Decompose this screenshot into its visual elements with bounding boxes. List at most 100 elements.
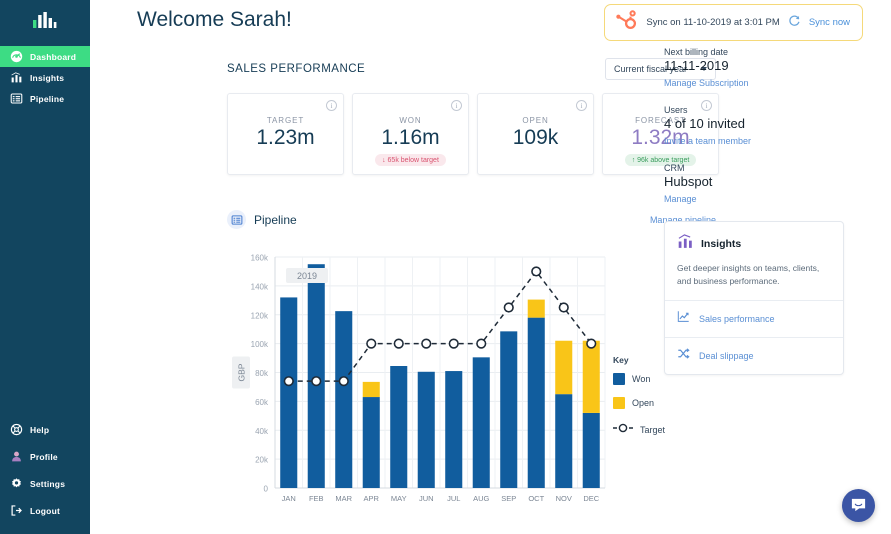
bar-won <box>362 397 380 488</box>
bar-open <box>582 340 600 413</box>
target-marker <box>421 338 432 349</box>
chat-launcher-button[interactable] <box>842 489 875 522</box>
svg-text:120k: 120k <box>251 311 269 320</box>
kpi-value: 1.16m <box>381 126 440 149</box>
target-marker <box>366 338 377 349</box>
target-marker <box>476 338 487 349</box>
invite-team-member-link[interactable]: Invite a team member <box>664 136 751 146</box>
bar-won <box>335 311 353 488</box>
info-icon[interactable]: i <box>451 100 462 111</box>
pipeline-title: Pipeline <box>254 212 297 227</box>
page-title: Welcome Sarah! <box>137 8 292 31</box>
billing-info-group: Next billing date 11-11-2019 Manage Subs… <box>664 47 891 91</box>
target-marker <box>586 338 597 349</box>
main-content: Welcome Sarah! Sync on 11-10-2019 at 3:0… <box>90 0 891 534</box>
gear-icon <box>9 477 23 491</box>
users-value: 4 of 10 invited <box>664 116 745 131</box>
kpi-card-open[interactable]: i OPEN 109k <box>477 93 594 175</box>
bar-chart-logo-icon <box>33 12 57 28</box>
svg-text:AUG: AUG <box>473 494 489 503</box>
manage-crm-link[interactable]: Manage <box>664 194 697 204</box>
bar-won <box>280 297 298 488</box>
shuffle-icon <box>677 347 690 365</box>
app-logo <box>0 4 90 36</box>
svg-text:40k: 40k <box>255 427 269 436</box>
bar-open <box>362 381 380 398</box>
legend-label: Won <box>632 374 651 384</box>
billing-value: 11-11-2019 <box>664 58 729 73</box>
hubspot-sprocket-icon <box>614 8 638 37</box>
list-table-icon <box>227 210 246 229</box>
sidebar-item-label: Help <box>30 424 50 435</box>
kpi-label: TARGET <box>266 116 305 125</box>
legend-label: Target <box>640 425 666 435</box>
logout-icon <box>9 504 23 518</box>
kpi-value: 109k <box>512 126 559 149</box>
sidebar: Dashboard Insights Pipeline Help Profile… <box>0 0 90 534</box>
kpi-card-list: i TARGET 1.23m i WON 1.16m ↓ 65k below t… <box>227 93 719 175</box>
sidebar-item-label: Insights <box>30 72 65 83</box>
insights-card: Insights Get deeper insights on teams, c… <box>664 221 844 375</box>
sales-performance-header: SALES PERFORMANCE Current fiscal year <box>227 58 716 80</box>
sidebar-item-settings[interactable]: Settings <box>0 470 90 497</box>
kpi-label: WON <box>399 116 422 125</box>
sidebar-item-label: Settings <box>30 478 66 489</box>
users-label: Users <box>664 105 688 115</box>
kpi-card-won[interactable]: i WON 1.16m ↓ 65k below target <box>352 93 469 175</box>
target-marker <box>503 302 514 313</box>
sidebar-item-help[interactable]: Help <box>0 416 90 443</box>
crm-label: CRM <box>664 163 685 173</box>
bar-won <box>390 366 408 488</box>
svg-text:80k: 80k <box>255 369 269 378</box>
svg-text:160k: 160k <box>251 254 269 263</box>
sidebar-item-profile[interactable]: Profile <box>0 443 90 470</box>
bar-won <box>417 371 435 488</box>
manage-subscription-link[interactable]: Manage Subscription <box>664 78 749 88</box>
dashboard-page: Dashboard Insights Pipeline Help Profile… <box>0 0 891 534</box>
status-badge: ↓ 65k below target <box>375 154 446 166</box>
bar-won <box>445 371 463 488</box>
refresh-icon[interactable] <box>788 14 801 32</box>
info-icon[interactable]: i <box>326 100 337 111</box>
sidebar-item-label: Pipeline <box>30 93 65 104</box>
bar-won <box>472 357 490 488</box>
sidebar-item-logout[interactable]: Logout <box>0 497 90 524</box>
sidebar-item-pipeline[interactable]: Pipeline <box>0 88 90 109</box>
svg-text:MAY: MAY <box>391 494 407 503</box>
info-icon[interactable]: i <box>576 100 587 111</box>
kpi-value: 1.23m <box>256 126 315 149</box>
sidebar-item-insights[interactable]: Insights <box>0 67 90 88</box>
svg-text:JUL: JUL <box>447 494 460 503</box>
legend-swatch <box>613 373 625 385</box>
kpi-card-target[interactable]: i TARGET 1.23m <box>227 93 344 175</box>
svg-text:JUN: JUN <box>419 494 434 503</box>
right-panel: Next billing date 11-11-2019 Manage Subs… <box>655 47 891 375</box>
bar-won <box>555 394 573 488</box>
svg-text:SEP: SEP <box>501 494 516 503</box>
insights-bar-chart-icon <box>677 233 694 255</box>
target-marker <box>531 266 542 277</box>
sidebar-item-dashboard[interactable]: Dashboard <box>0 46 90 67</box>
sidebar-item-label: Dashboard <box>30 51 77 62</box>
insights-row-deal-slippage[interactable]: Deal slippage <box>665 336 843 374</box>
sidebar-item-label: Logout <box>30 505 60 516</box>
svg-text:FEB: FEB <box>309 494 324 503</box>
crm-sync-banner[interactable]: Sync on 11-10-2019 at 3:01 PM Sync now <box>604 4 863 41</box>
insights-row-sales-performance[interactable]: Sales performance <box>665 299 843 337</box>
target-marker <box>558 302 569 313</box>
users-info-group: Users 4 of 10 invited Invite a team memb… <box>664 105 891 149</box>
bar-won <box>500 331 518 488</box>
svg-text:GBP: GBP <box>237 363 247 381</box>
insights-row-label: Deal slippage <box>699 350 754 361</box>
chart-year-label: 2019 <box>286 268 329 283</box>
legend-label: Open <box>632 398 655 408</box>
sidebar-nav-primary: Dashboard Insights Pipeline <box>0 46 90 109</box>
sync-now-button[interactable]: Sync now <box>809 17 850 28</box>
legend-entry-target: Target <box>613 421 665 439</box>
sidebar-item-label: Profile <box>30 451 58 462</box>
list-table-icon <box>9 92 23 106</box>
pipeline-header: Pipeline Manage pipeline <box>227 210 716 229</box>
sidebar-nav-secondary: Help Profile Settings Logout <box>0 416 90 534</box>
life-ring-icon <box>9 423 23 437</box>
insights-row-label: Sales performance <box>699 313 775 324</box>
